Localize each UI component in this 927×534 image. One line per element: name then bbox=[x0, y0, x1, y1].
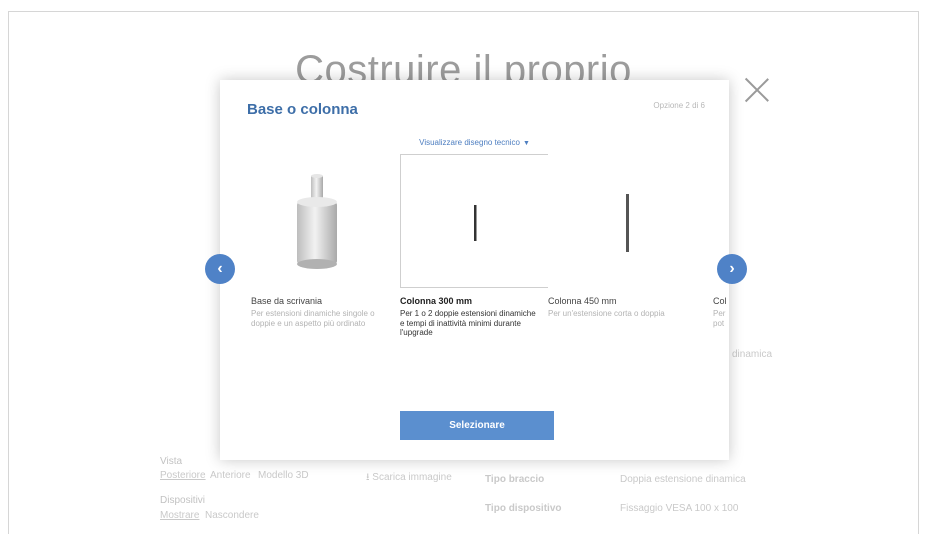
technical-drawing-label: Visualizzare disegno tecnico bbox=[419, 138, 520, 147]
option-name: Colonna 300 mm bbox=[400, 296, 473, 306]
option-image-column-450 bbox=[548, 154, 698, 288]
technical-drawing-link[interactable]: Visualizzare disegno tecnico ▼ bbox=[220, 138, 729, 147]
option-name: Col bbox=[713, 296, 727, 306]
option-card-partial[interactable]: Col Per pot bbox=[713, 154, 729, 328]
select-button[interactable]: Selezionare bbox=[400, 411, 554, 440]
carousel-next-button[interactable]: › bbox=[717, 254, 747, 284]
download-label: Scarica immagine bbox=[372, 472, 452, 483]
option-description: Per un'estensione corta o doppia bbox=[548, 309, 665, 318]
spec-label-device: Tipo dispositivo bbox=[485, 503, 562, 514]
chevron-down-icon: ▼ bbox=[522, 140, 530, 147]
view-tab-3d[interactable]: Modello 3D bbox=[258, 470, 309, 481]
bg-side-text: dinamica bbox=[732, 349, 773, 360]
download-image-button[interactable]: ⭳ Scarica immagine bbox=[366, 470, 452, 487]
chevron-left-icon: ‹ bbox=[217, 260, 223, 277]
option-card-column-300[interactable]: Colonna 300 mm Per 1 o 2 doppie estensio… bbox=[400, 154, 550, 338]
option-description-line2: pot bbox=[713, 318, 725, 328]
step-indicator: Opzione 2 di 6 bbox=[653, 101, 705, 110]
option-description-line1: Per bbox=[713, 309, 726, 318]
device-tab-show[interactable]: Mostrare bbox=[160, 510, 199, 521]
spec-label-arm: Tipo braccio bbox=[485, 474, 545, 485]
options-carousel: Base da scrivania Per estensioni dinamic… bbox=[220, 154, 729, 394]
device-label: Dispositivi bbox=[160, 495, 206, 506]
option-card-desk-base[interactable]: Base da scrivania Per estensioni dinamic… bbox=[251, 154, 401, 328]
option-card-column-450[interactable]: Colonna 450 mm Per un'estensione corta o… bbox=[548, 154, 698, 319]
option-name: Colonna 450 mm bbox=[548, 296, 617, 306]
spec-value-arm: Doppia estensione dinamica bbox=[620, 474, 746, 485]
option-image-column-300 bbox=[400, 154, 550, 288]
modal-title: Base o colonna bbox=[247, 101, 358, 118]
option-name: Base da scrivania bbox=[251, 296, 323, 306]
download-icon: ⭳ bbox=[366, 472, 370, 483]
device-tab-hide[interactable]: Nascondere bbox=[205, 510, 259, 521]
view-label: Vista bbox=[160, 456, 183, 467]
chevron-right-icon: › bbox=[729, 260, 735, 277]
spec-value-device: Fissaggio VESA 100 x 100 bbox=[620, 503, 739, 514]
option-modal: Base o colonna Opzione 2 di 6 Visualizza… bbox=[220, 80, 729, 460]
option-image-desk-base bbox=[251, 154, 401, 288]
view-tab-front[interactable]: Anteriore bbox=[210, 470, 251, 481]
view-tab-rear[interactable]: Posteriore bbox=[160, 470, 206, 481]
close-icon[interactable] bbox=[744, 77, 770, 103]
option-description: Per 1 o 2 doppie estensioni dinamiche e … bbox=[400, 309, 536, 337]
option-description: Per pot bbox=[713, 309, 729, 328]
option-description: Per estensioni dinamiche singole o doppi… bbox=[251, 309, 375, 328]
carousel-prev-button[interactable]: ‹ bbox=[205, 254, 235, 284]
